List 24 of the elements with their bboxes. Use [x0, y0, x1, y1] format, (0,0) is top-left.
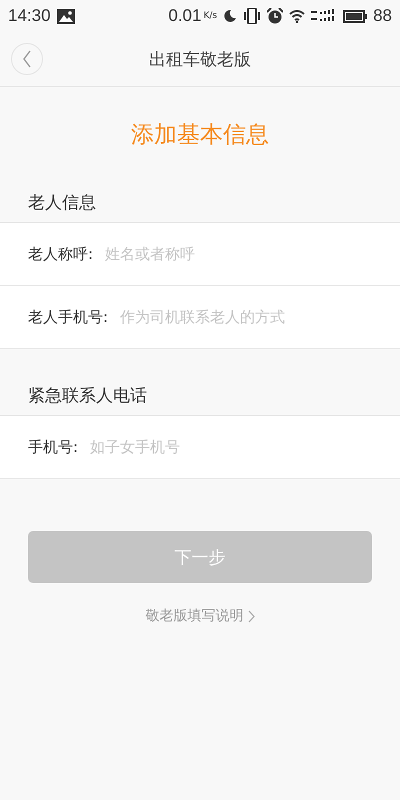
input-field[interactable]: 作为司机联系老人的方式	[120, 308, 400, 326]
battery-level: 88	[373, 6, 392, 26]
network-speed: 0.01	[168, 6, 202, 26]
field-label: 老人称呼:	[28, 244, 94, 264]
status-time: 14:30	[8, 6, 51, 26]
section-title: 紧急联系人电话	[28, 384, 147, 406]
page-title: 出租车敬老版	[149, 48, 251, 70]
speed-unit: K/s	[203, 11, 218, 21]
field-label: 手机号:	[28, 438, 78, 456]
help-link[interactable]: 敬老版填写说明	[146, 607, 244, 625]
section-title: 老人信息	[28, 192, 96, 214]
input-field[interactable]: 姓名或者称呼	[105, 245, 400, 263]
moon-icon	[223, 9, 238, 23]
battery-icon	[343, 10, 368, 22]
wifi-icon	[289, 10, 306, 22]
chevron-right-icon	[248, 610, 254, 622]
input-field[interactable]: 如子女手机号	[90, 438, 400, 456]
field-label: 老人手机号:	[28, 308, 108, 326]
back-button[interactable]	[11, 43, 43, 75]
vibrate-icon	[243, 8, 262, 24]
image-icon	[56, 8, 75, 24]
chevron-left-icon	[22, 50, 32, 68]
alarm-icon	[267, 8, 284, 24]
form-heading: 添加基本信息	[131, 121, 269, 150]
